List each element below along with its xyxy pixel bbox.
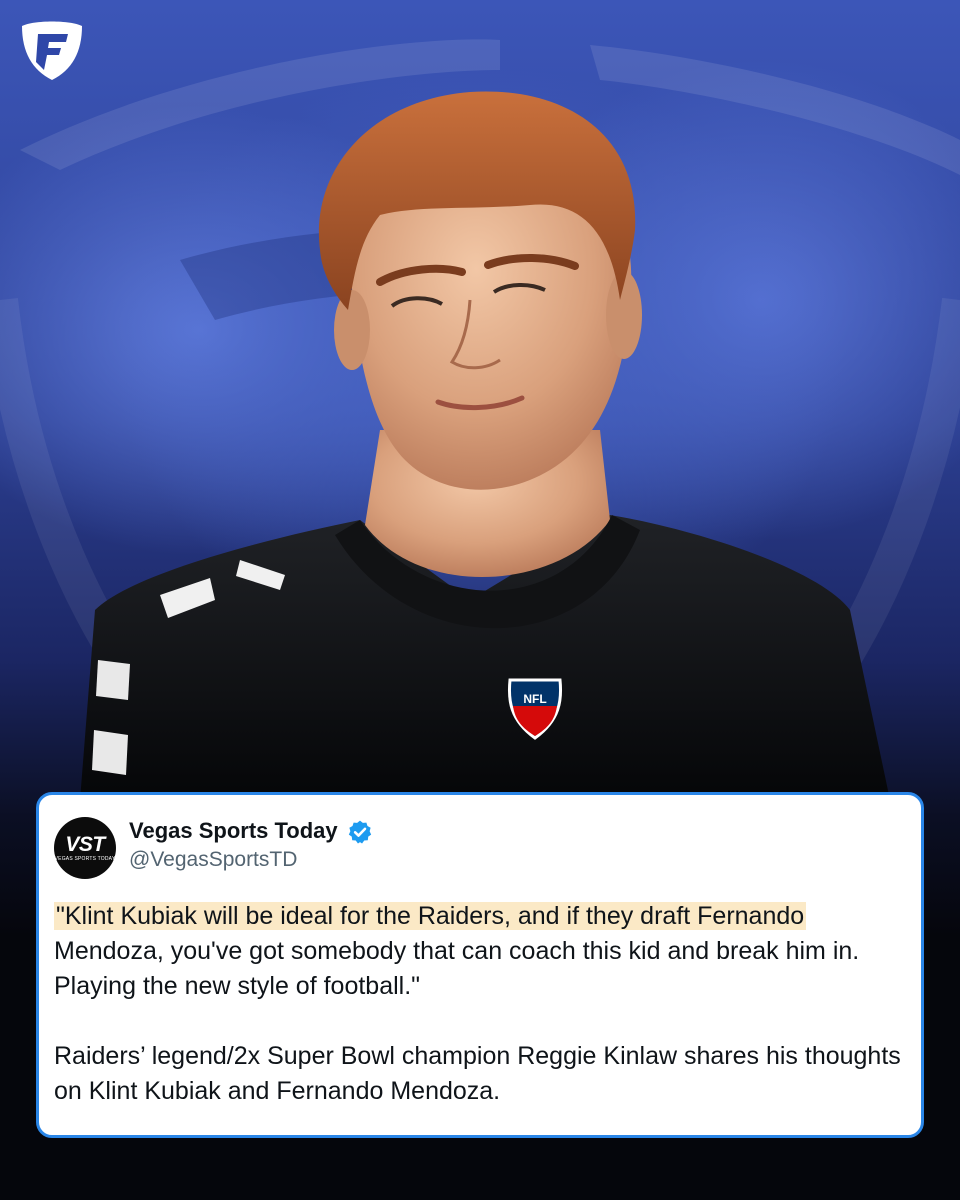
tweet-card[interactable]: VST VEGAS SPORTS TODAY Vegas Sports Toda… [36, 792, 924, 1138]
tweet-description: Raiders’ legend/2x Super Bowl champion R… [54, 1042, 901, 1105]
verified-badge-icon [348, 820, 372, 844]
avatar-logo-subtext: VEGAS SPORTS TODAY [54, 856, 116, 862]
fanduel-shield-icon [22, 21, 82, 80]
svg-text:NFL: NFL [523, 692, 546, 706]
account-name[interactable]: Vegas Sports Today [129, 817, 338, 845]
avatar[interactable]: VST VEGAS SPORTS TODAY [54, 817, 116, 879]
quote-highlight: "Klint Kubiak will be ideal for the Raid… [54, 902, 807, 930]
account-handle[interactable]: @VegasSportsTD [129, 847, 297, 873]
tweet-quote: "Klint Kubiak will be ideal for the Raid… [54, 899, 916, 1004]
player-photo: NFL [80, 91, 890, 800]
quote-rest: Mendoza, you've got somebody that can co… [54, 937, 860, 1000]
avatar-logo-text: VST [65, 833, 105, 856]
tweet-text: "Klint Kubiak will be ideal for the Raid… [54, 899, 916, 1109]
